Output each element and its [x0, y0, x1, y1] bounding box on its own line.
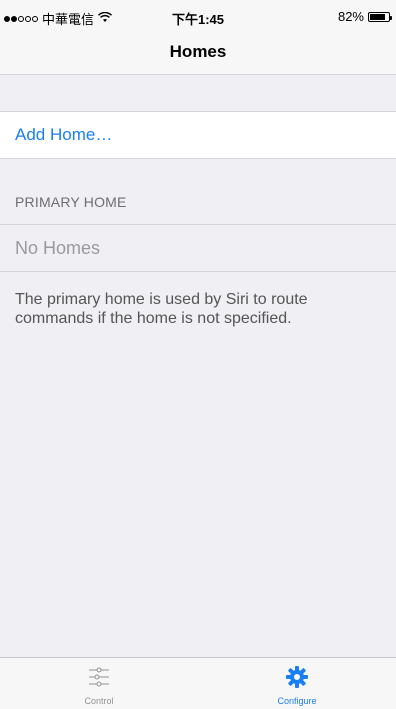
tab-control[interactable]: Control	[0, 658, 198, 709]
tab-bar: Control Configure	[0, 657, 396, 709]
primary-home-section-header: PRIMARY HOME	[15, 194, 127, 210]
tab-control-label: Control	[84, 696, 114, 706]
sliders-icon	[87, 665, 111, 694]
battery-percent: 82%	[337, 9, 364, 24]
battery-icon	[368, 11, 392, 22]
tab-configure-label: Configure	[277, 696, 317, 706]
no-homes-label: No Homes	[0, 224, 396, 272]
status-right: 82%	[337, 9, 392, 24]
navigation-bar: Homes	[0, 30, 396, 75]
status-bar: 中華電信 下午1:45 82%	[0, 0, 396, 30]
primary-home-footer-text: The primary home is used by Siri to rout…	[15, 291, 308, 327]
status-time: 下午1:45	[171, 12, 225, 27]
gear-icon	[285, 665, 309, 694]
add-home-button[interactable]: Add Home…	[0, 111, 396, 159]
tab-configure[interactable]: Configure	[198, 658, 396, 709]
page-title: Homes	[169, 42, 227, 61]
